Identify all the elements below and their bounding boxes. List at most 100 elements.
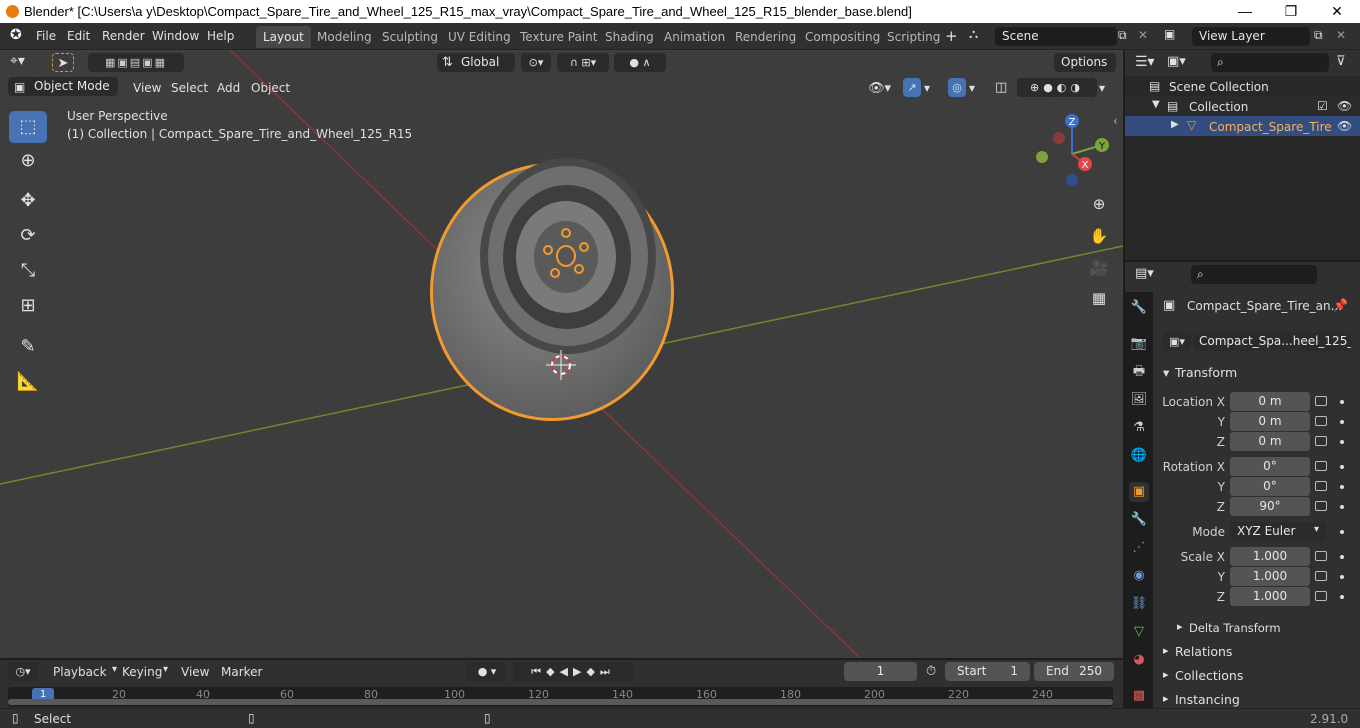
new-view-layer-icon[interactable]: ⧉ <box>1314 28 1323 43</box>
select-box-tool-icon[interactable]: ⬚ <box>9 111 47 143</box>
properties-search-input[interactable]: ⌕ <box>1191 265 1317 284</box>
instancing-arrow-icon[interactable]: ▸ <box>1163 692 1169 705</box>
keyframe-dot-icon[interactable] <box>1340 530 1344 534</box>
modifier-tab-icon[interactable]: 🔧 <box>1129 510 1149 530</box>
collections-arrow-icon[interactable]: ▸ <box>1163 668 1169 681</box>
lock-icon[interactable] <box>1315 416 1327 426</box>
output-tab-icon[interactable]: 🖶 <box>1129 362 1149 382</box>
delete-view-layer-icon[interactable]: ✕ <box>1336 28 1346 42</box>
menu-edit[interactable]: Edit <box>67 29 90 43</box>
timeline-menu-marker[interactable]: Marker <box>221 665 262 679</box>
lock-icon[interactable] <box>1315 481 1327 491</box>
tool-tab-icon[interactable]: 🔧 <box>1129 298 1149 318</box>
tab-compositing[interactable]: Compositing <box>798 26 887 48</box>
viewport-menu-object[interactable]: Object <box>251 81 290 95</box>
tab-uv-editing[interactable]: UV Editing <box>441 26 518 48</box>
overlays-dropdown-icon[interactable]: ▾ <box>969 81 975 95</box>
view-layer-icon[interactable]: ▣ <box>1164 27 1175 41</box>
delete-scene-icon[interactable]: ✕ <box>1138 28 1148 42</box>
visibility-eye-icon[interactable]: 👁 <box>1337 119 1352 133</box>
proportional-edit-icon[interactable]: ● ∧ <box>614 53 666 72</box>
selection-mode-icons[interactable]: ▦▣▤▣▦ <box>88 53 184 72</box>
scene-tab-icon[interactable]: ⚗ <box>1129 418 1149 438</box>
lock-icon[interactable] <box>1315 551 1327 561</box>
outliner-editor-icon[interactable]: ☰▾ <box>1135 54 1155 70</box>
outliner-row-object[interactable]: ▶ ▽ Compact_Spare_Tire 👁 <box>1125 116 1360 136</box>
keyframe-dot-icon[interactable] <box>1340 485 1344 489</box>
transform-section-arrow-icon[interactable]: ▾ <box>1163 365 1169 380</box>
overlays-toggle-icon[interactable]: ◎ <box>948 78 966 97</box>
expand-arrow-icon[interactable]: ▼ <box>1152 99 1160 110</box>
rotation-mode-dropdown[interactable]: XYZ Euler <box>1230 522 1326 541</box>
cursor-tool-icon[interactable]: ⊕ <box>9 145 47 177</box>
move-tool-icon[interactable]: ✥ <box>9 185 47 217</box>
keyframe-dot-icon[interactable] <box>1340 465 1344 469</box>
lock-icon[interactable] <box>1315 436 1327 446</box>
select-tool-icon[interactable]: ➤ <box>52 53 74 72</box>
menu-file[interactable]: File <box>36 29 56 43</box>
tab-scripting[interactable]: Scripting <box>880 26 947 48</box>
viewport-menu-select[interactable]: Select <box>171 81 208 95</box>
keyframe-dot-icon[interactable] <box>1340 420 1344 424</box>
add-workspace-button[interactable]: + <box>945 27 958 45</box>
keyframe-dot-icon[interactable] <box>1340 400 1344 404</box>
keyframe-dot-icon[interactable] <box>1340 575 1344 579</box>
perspective-grid-icon[interactable]: ▦ <box>1086 285 1112 311</box>
rotate-tool-icon[interactable]: ⟳ <box>9 220 47 252</box>
tab-texture-paint[interactable]: Texture Paint <box>513 26 604 48</box>
object-tab-icon[interactable]: ▣ <box>1129 482 1149 502</box>
location-z-field[interactable]: 0 m <box>1230 432 1310 451</box>
constraints-tab-icon[interactable]: ⛓ <box>1129 594 1149 614</box>
maximize-button[interactable]: ❐ <box>1268 0 1314 23</box>
current-frame-field[interactable]: 1 <box>844 662 917 681</box>
lock-icon[interactable] <box>1315 461 1327 471</box>
world-tab-icon[interactable]: 🌐 <box>1129 446 1149 466</box>
particles-tab-icon[interactable]: ⋰ <box>1129 538 1149 558</box>
object-name-field[interactable]: Compact_Spa...heel_125_R15 <box>1193 332 1351 351</box>
properties-editor-icon[interactable]: ▤▾ <box>1135 266 1154 281</box>
timeline-editor-icon[interactable]: ◷▾ <box>8 662 38 681</box>
timeline-menu-playback[interactable]: Playback <box>53 665 107 679</box>
transform-section-header[interactable]: Transform <box>1175 365 1237 380</box>
zoom-icon[interactable]: ⊕ <box>1086 191 1112 217</box>
visibility-icon[interactable]: 👁▾ <box>868 81 891 96</box>
visibility-eye-icon[interactable]: 👁 <box>1337 99 1352 113</box>
physics-tab-icon[interactable]: ◉ <box>1129 566 1149 586</box>
tab-layout[interactable]: Layout <box>256 26 311 48</box>
menu-help[interactable]: Help <box>207 29 234 43</box>
pan-hand-icon[interactable]: ✋ <box>1086 223 1112 249</box>
viewport-menu-view[interactable]: View <box>133 81 161 95</box>
delta-transform-header[interactable]: Delta Transform <box>1189 621 1281 635</box>
shading-mode-icons[interactable]: ⊕●◐◑ <box>1017 78 1097 97</box>
keyframe-dot-icon[interactable] <box>1340 440 1344 444</box>
expand-arrow-icon[interactable]: ▶ <box>1171 119 1179 130</box>
gizmo-toggle-icon[interactable]: ↗ <box>903 78 921 97</box>
gizmo-dropdown-icon[interactable]: ▾ <box>924 81 930 95</box>
location-y-field[interactable]: 0 m <box>1230 412 1310 431</box>
rotation-y-field[interactable]: 0° <box>1230 477 1310 496</box>
object-browse-icon[interactable]: ▣▾ <box>1163 332 1191 351</box>
relations-arrow-icon[interactable]: ▸ <box>1163 644 1169 657</box>
scale-z-field[interactable]: 1.000 <box>1230 587 1310 606</box>
outliner-row-scene-collection[interactable]: ▤ Scene Collection <box>1125 76 1360 96</box>
timeline-menu-keying[interactable]: Keying <box>122 665 162 679</box>
timeline-menu-view[interactable]: View <box>181 665 209 679</box>
timeline-scrollbar[interactable] <box>8 699 1113 705</box>
tab-modeling[interactable]: Modeling <box>310 26 379 48</box>
close-button[interactable]: ✕ <box>1314 0 1360 23</box>
collections-section-header[interactable]: Collections <box>1175 668 1243 683</box>
menu-render[interactable]: Render <box>102 29 145 43</box>
camera-icon[interactable]: 🎥 <box>1086 255 1112 281</box>
end-frame-field[interactable]: End 250 <box>1034 662 1114 681</box>
relations-section-header[interactable]: Relations <box>1175 644 1232 659</box>
pin-icon[interactable]: 📌 <box>1333 298 1348 312</box>
render-tab-icon[interactable]: 📷 <box>1129 334 1149 354</box>
scale-y-field[interactable]: 1.000 <box>1230 567 1310 586</box>
frame-ruler[interactable]: 1 20 40 60 80 100 120 140 160 180 200 22… <box>8 687 1113 707</box>
scene-field[interactable]: Scene <box>995 27 1117 46</box>
rotation-x-field[interactable]: 0° <box>1230 457 1310 476</box>
lock-icon[interactable] <box>1315 501 1327 511</box>
lock-icon[interactable] <box>1315 571 1327 581</box>
rotation-z-field[interactable]: 90° <box>1230 497 1310 516</box>
outliner-search-input[interactable]: ⌕ <box>1211 53 1329 72</box>
